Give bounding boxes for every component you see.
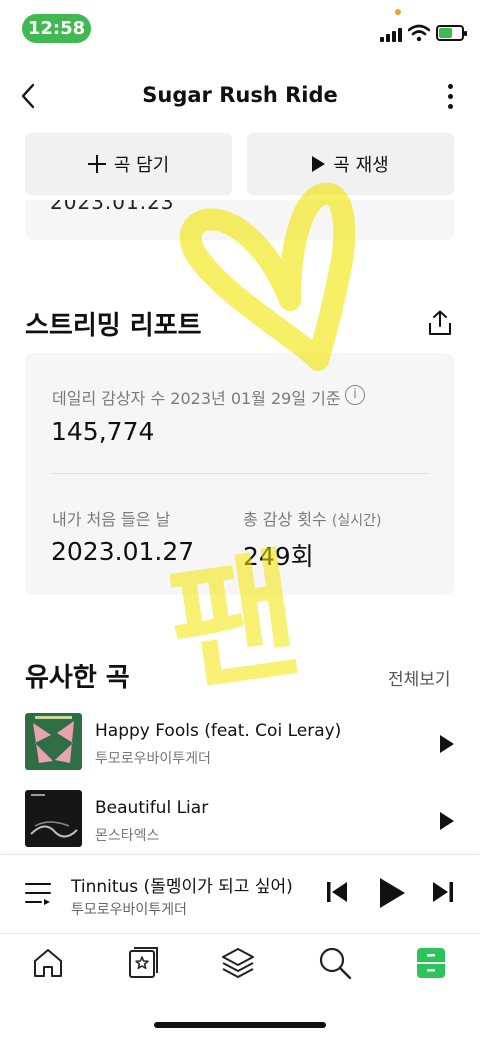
status-bar: 12:58 — [0, 0, 480, 56]
see-all-link[interactable]: 전체보기 — [388, 665, 451, 690]
wifi-icon — [408, 24, 430, 42]
first-listen-label: 내가 처음 들은 날 — [52, 510, 171, 529]
play-icon[interactable] — [440, 812, 454, 830]
top-app-bar: Sugar Rush Ride — [0, 70, 480, 122]
first-listen-value: 2023.01.27 — [51, 537, 195, 566]
library-icon[interactable] — [414, 946, 448, 980]
similar-songs-title: 유사한 곡 — [25, 663, 130, 693]
total-plays-label: 총 감상 횟수 (실시간) — [243, 506, 381, 530]
list-item[interactable]: Happy Fools (feat. Coi Leray) 투모로우바이투게더 — [0, 713, 480, 777]
search-icon[interactable] — [318, 946, 352, 980]
play-icon — [312, 156, 326, 172]
page-title: Sugar Rush Ride — [142, 83, 338, 107]
play-pause-button[interactable] — [378, 877, 406, 909]
total-plays-label-note: (실시간) — [331, 513, 382, 529]
playlist-queue-icon[interactable] — [25, 881, 51, 905]
release-date-partial: 2023.01.23 — [50, 200, 175, 214]
album-art — [25, 790, 82, 847]
play-song-label: 곡 재생 — [333, 155, 389, 176]
daily-listeners-label: 데일리 감상자 수 2023년 01월 29일 기준 — [52, 389, 341, 408]
play-icon[interactable] — [440, 735, 454, 753]
more-options-button[interactable] — [436, 80, 464, 112]
mini-player[interactable]: Tinnitus (돌멩이가 되고 싶어) 투모로우바이투게더 — [0, 854, 480, 932]
song-title: Beautiful Liar — [95, 798, 209, 818]
share-icon[interactable] — [426, 309, 454, 337]
add-to-playlist-label: 곡 담기 — [113, 155, 170, 176]
bottom-navigation — [0, 933, 480, 1039]
streaming-report-title: 스트리밍 리포트 — [25, 311, 202, 341]
divider — [52, 473, 428, 474]
song-artist: 투모로우바이투게더 — [95, 751, 211, 767]
battery-icon — [436, 25, 467, 41]
privacy-indicator — [395, 9, 401, 15]
now-playing-title: Tinnitus (돌멩이가 되고 싶어) — [71, 877, 293, 897]
daily-listeners-value: 145,774 — [51, 417, 155, 446]
plus-icon — [87, 155, 106, 173]
status-time: 12:58 — [22, 14, 91, 43]
song-artist: 몬스타엑스 — [95, 828, 160, 844]
home-icon[interactable] — [31, 946, 65, 980]
add-to-playlist-button[interactable]: 곡 담기 — [25, 133, 232, 195]
next-track-button[interactable] — [432, 881, 454, 903]
play-song-button[interactable]: 곡 재생 — [247, 133, 454, 195]
info-icon[interactable]: i — [345, 385, 365, 405]
list-item[interactable]: Beautiful Liar 몬스타엑스 — [0, 790, 480, 854]
song-title: Happy Fools (feat. Coi Leray) — [95, 721, 342, 741]
total-plays-label-text: 총 감상 횟수 — [243, 510, 327, 529]
home-indicator — [154, 1022, 326, 1028]
previous-track-button[interactable] — [326, 881, 348, 903]
album-art — [25, 713, 82, 770]
streaming-report-card: 데일리 감상자 수 2023년 01월 29일 기준 i 145,774 내가 … — [25, 353, 454, 595]
layers-icon[interactable] — [221, 946, 255, 980]
total-plays-value: 249회 — [243, 542, 314, 571]
star-card-icon[interactable] — [126, 946, 160, 980]
signal-icon — [380, 26, 404, 42]
now-playing-artist: 투모로우바이투게더 — [71, 902, 187, 918]
release-info-card: 2023.01.23 — [25, 200, 454, 240]
